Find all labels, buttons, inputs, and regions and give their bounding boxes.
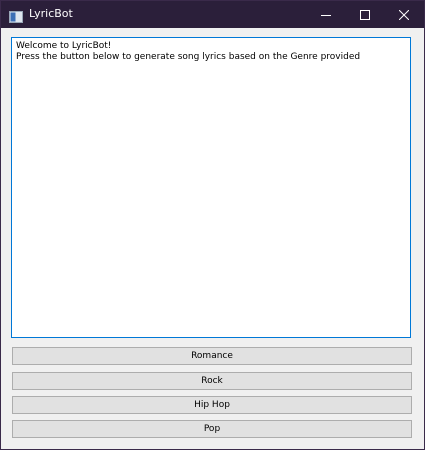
app-window: LyricBot Welcome to LyricBot! Press the …	[0, 0, 425, 450]
close-button[interactable]	[384, 1, 424, 28]
rock-button[interactable]: Rock	[12, 372, 412, 390]
title-bar[interactable]: LyricBot	[1, 1, 424, 28]
maximize-icon	[360, 5, 370, 24]
output-line: Press the button below to generate song …	[16, 52, 361, 62]
minimize-icon	[321, 5, 331, 24]
window-title: LyricBot	[29, 7, 73, 20]
pop-button[interactable]: Pop	[12, 420, 412, 438]
romance-button[interactable]: Romance	[12, 347, 412, 365]
output-line: Welcome to LyricBot!	[16, 41, 112, 51]
hip-hop-button[interactable]: Hip Hop	[12, 396, 412, 414]
client-area: Welcome to LyricBot! Press the button be…	[1, 28, 424, 449]
close-icon	[398, 5, 410, 24]
maximize-button[interactable]	[345, 1, 385, 28]
minimize-button[interactable]	[306, 1, 346, 28]
app-window-icon	[9, 8, 23, 23]
lyrics-output-textarea[interactable]: Welcome to LyricBot! Press the button be…	[11, 37, 411, 338]
